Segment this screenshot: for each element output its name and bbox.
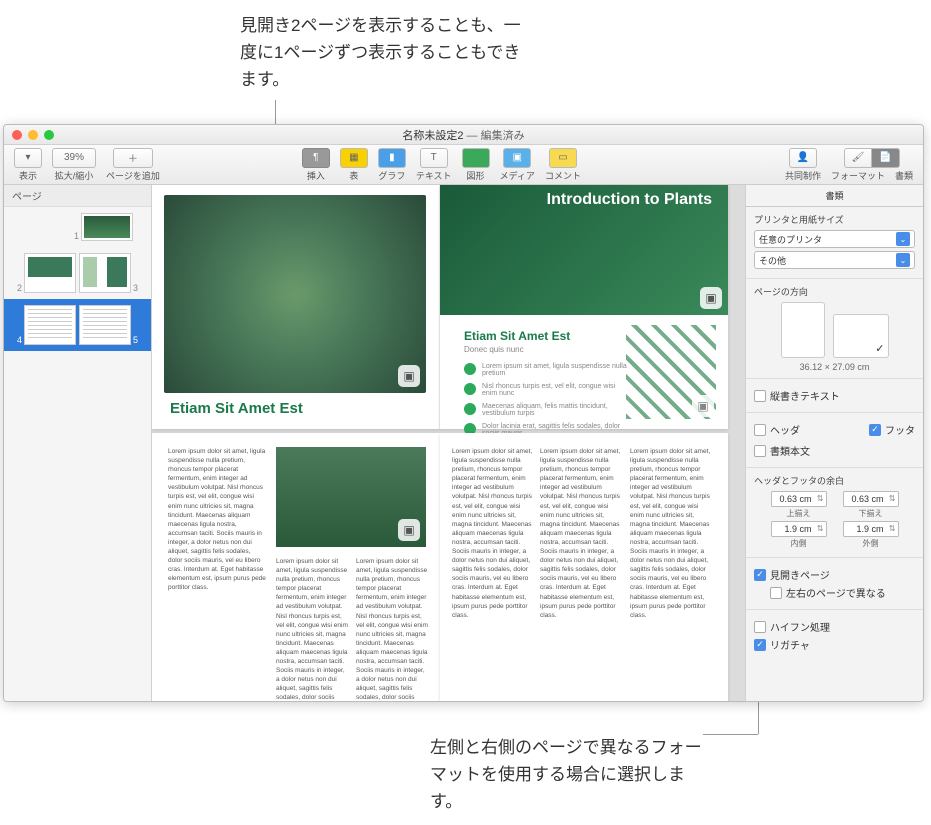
- main-area: ページ 1 2 3: [4, 185, 923, 701]
- shape-button[interactable]: 図形: [458, 148, 494, 182]
- thumb-row[interactable]: 2 3: [4, 247, 151, 299]
- tab-document[interactable]: 書類: [746, 185, 923, 206]
- bullet-list: Lorem ipsum sit amet, ligula suspendisse…: [464, 363, 628, 443]
- image-succulent[interactable]: ▣: [164, 195, 426, 393]
- bullet-icon: [464, 403, 476, 415]
- margin-outer-stepper[interactable]: 1.9 cm外側: [843, 521, 899, 549]
- margin-inner-stepper[interactable]: 1.9 cm内側: [771, 521, 827, 549]
- image-plants[interactable]: ▣: [276, 447, 426, 547]
- body-text: Lorem ipsum dolor sit amet, ligula suspe…: [168, 447, 266, 593]
- callout-top: 見開き2ページを表示することも、一度に1ページずつ表示することもできます。: [240, 12, 530, 94]
- titlebar: 名称未設定2 — 編集済み: [4, 125, 923, 145]
- page-thumb[interactable]: 1: [81, 213, 133, 241]
- page-heading: Etiam Sit Amet Est: [170, 400, 303, 417]
- window-controls: [12, 130, 54, 140]
- add-page-button[interactable]: ＋ページを追加: [102, 148, 164, 182]
- sub-sub: Donec quis nunc: [464, 345, 524, 354]
- zoom-select[interactable]: 39%拡大/縮小: [48, 148, 100, 182]
- insert-button[interactable]: ¶挿入: [298, 148, 334, 182]
- document-tab[interactable]: 📄: [872, 148, 900, 168]
- body-text: Lorem ipsum dolor sit amet, ligula suspe…: [356, 557, 428, 701]
- sub-heading: Etiam Sit Amet Est: [464, 329, 570, 343]
- bullet-icon: [464, 363, 476, 375]
- page-spread-right[interactable]: Lorem ipsum dolor sit amet, ligula suspe…: [440, 433, 728, 701]
- app-window: 名称未設定2 — 編集済み ▾表示 39%拡大/縮小 ＋ページを追加 ¶挿入 ▦…: [3, 124, 924, 702]
- inspector-tabs: 書類: [746, 185, 923, 207]
- footer-checkbox[interactable]: ✓フッタ: [869, 422, 915, 437]
- page-thumb[interactable]: 2: [24, 253, 76, 293]
- body-text: Lorem ipsum dolor sit amet, ligula suspe…: [540, 447, 622, 620]
- zoom-icon[interactable]: [44, 130, 54, 140]
- format-tab[interactable]: 🖌: [844, 148, 872, 168]
- window-title: 名称未設定2 — 編集済み: [402, 127, 524, 143]
- thumb-row[interactable]: 4 5: [4, 299, 151, 351]
- paper-select[interactable]: その他⌄: [754, 251, 915, 269]
- inspector-panel: 書類 プリンタと用紙サイズ 任意のプリンタ⌄ その他⌄ ページの方向 ✓ 36.…: [745, 185, 923, 701]
- page-spread-left[interactable]: ▣ Etiam Sit Amet Est: [152, 185, 440, 429]
- media-button[interactable]: ▣メディア: [496, 148, 539, 182]
- thumbs-header: ページ: [4, 185, 151, 207]
- document-canvas[interactable]: ▣ Etiam Sit Amet Est Introduction to Pla…: [152, 185, 745, 701]
- ligatures-checkbox[interactable]: ✓リガチャ: [754, 637, 915, 652]
- page-spread-left[interactable]: Lorem ipsum dolor sit amet, ligula suspe…: [152, 433, 440, 701]
- diff-lr-checkbox[interactable]: 左右のページで異なる: [754, 585, 915, 600]
- hero-image[interactable]: Introduction to Plants ▣: [440, 185, 728, 315]
- format-document-seg: 🖌 📄 フォーマット書類: [827, 148, 917, 182]
- page-thumb[interactable]: 5: [79, 305, 131, 345]
- body-text: Lorem ipsum dolor sit amet, ligula suspe…: [630, 447, 712, 620]
- comment-button[interactable]: ▭コメント: [541, 148, 585, 182]
- vertical-text-checkbox[interactable]: 縦書きテキスト: [754, 388, 915, 403]
- hero-title: Introduction to Plants: [547, 191, 712, 209]
- image-placeholder-icon[interactable]: ▣: [692, 395, 714, 417]
- body-text: Lorem ipsum dolor sit amet, ligula suspe…: [452, 447, 534, 620]
- orientation-landscape[interactable]: ✓: [833, 314, 889, 358]
- minimize-icon[interactable]: [28, 130, 38, 140]
- chart-button[interactable]: ▮グラフ: [374, 148, 410, 182]
- printer-select[interactable]: 任意のプリンタ⌄: [754, 230, 915, 248]
- image-placeholder-icon[interactable]: ▣: [700, 287, 722, 309]
- page-thumb[interactable]: 4: [24, 305, 76, 345]
- margins-label: ヘッダとフッタの余白: [754, 474, 915, 487]
- margin-top-stepper[interactable]: 0.63 cm上揃え: [771, 491, 827, 519]
- facing-pages-checkbox[interactable]: ✓見開きページ: [754, 567, 915, 582]
- collaborate-button[interactable]: 👤共同制作: [781, 148, 825, 182]
- callout-bottom: 左側と右側のページで異なるフォーマットを使用する場合に選択します。: [430, 734, 710, 816]
- table-button[interactable]: ▦表: [336, 148, 372, 182]
- thumbnails-panel: ページ 1 2 3: [4, 185, 152, 701]
- image-placeholder-icon[interactable]: ▣: [398, 365, 420, 387]
- header-checkbox[interactable]: ヘッダ: [754, 422, 800, 437]
- text-button[interactable]: Tテキスト: [412, 148, 456, 182]
- close-icon[interactable]: [12, 130, 22, 140]
- orientation-portrait[interactable]: [781, 302, 825, 358]
- view-button[interactable]: ▾表示: [10, 148, 46, 182]
- thumb-row[interactable]: 1: [4, 207, 151, 247]
- printer-label: プリンタと用紙サイズ: [754, 213, 915, 226]
- document-body-checkbox[interactable]: 書類本文: [754, 443, 915, 458]
- image-placeholder-icon[interactable]: ▣: [398, 519, 420, 541]
- margin-bottom-stepper[interactable]: 0.63 cm下揃え: [843, 491, 899, 519]
- image-leaves[interactable]: ▣: [626, 325, 716, 419]
- page-spread-right[interactable]: Introduction to Plants ▣ Etiam Sit Amet …: [440, 185, 728, 429]
- hyphenation-checkbox[interactable]: ハイフン処理: [754, 619, 915, 634]
- bullet-icon: [464, 383, 476, 395]
- checkmark-icon: ✓: [875, 342, 884, 355]
- page-thumb[interactable]: 3: [79, 253, 131, 293]
- page-dimensions: 36.12 × 27.09 cm: [754, 362, 915, 372]
- orientation-label: ページの方向: [754, 285, 915, 298]
- body-text: Lorem ipsum dolor sit amet, ligula suspe…: [276, 557, 350, 701]
- toolbar: ▾表示 39%拡大/縮小 ＋ページを追加 ¶挿入 ▦表 ▮グラフ Tテキスト 図…: [4, 145, 923, 185]
- callout-line: [703, 734, 758, 735]
